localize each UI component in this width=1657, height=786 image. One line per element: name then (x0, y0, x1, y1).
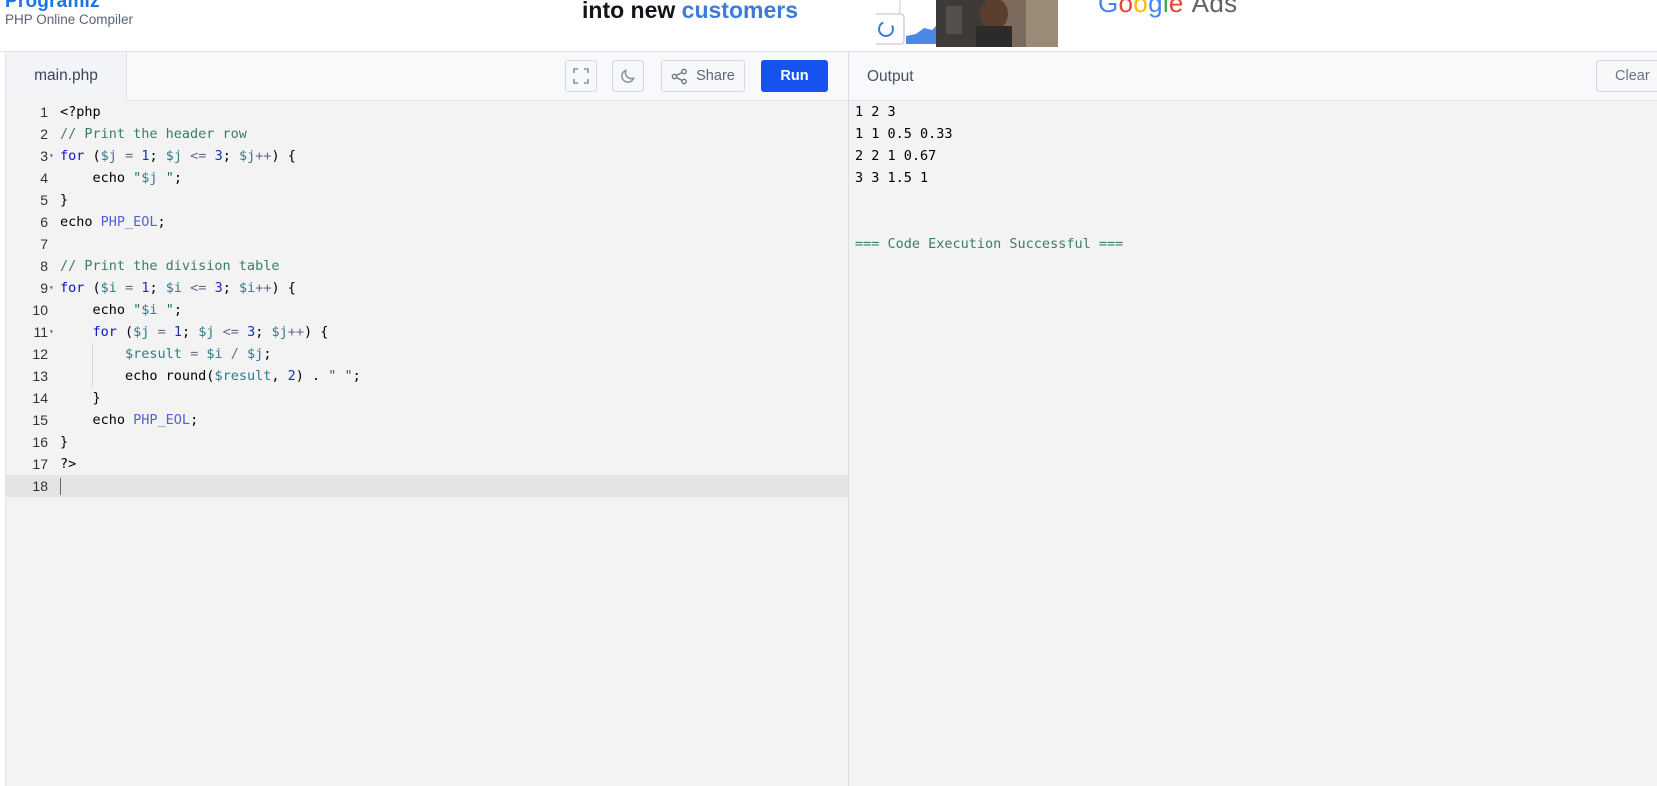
share-button[interactable]: Share (661, 60, 745, 92)
editor-pane: main.php Share Run 1 <?php 2 // Print the h… (5, 52, 849, 786)
ad-image[interactable] (876, 0, 1058, 47)
line-number: 12 (32, 346, 48, 362)
line-number: 16 (32, 434, 48, 450)
code-text: } (60, 434, 69, 450)
output-line: 3 3 1.5 1 (855, 170, 929, 186)
google-letter-g2: g (1148, 0, 1163, 18)
fold-arrow-icon[interactable]: ▾ (49, 145, 54, 167)
code-text: for ($j = 1; $j <= 3; $j++) { (92, 324, 329, 340)
ad-headline[interactable]: into new customers (582, 0, 798, 24)
share-label: Share (696, 68, 735, 84)
code-text: ?> (60, 456, 77, 472)
code-line[interactable]: 7 (6, 233, 849, 255)
code-text: echo round($result, 2) . " "; (60, 368, 361, 384)
ad-headline-highlight: customers (681, 0, 798, 23)
code-text: // Print the header row (60, 126, 247, 142)
google-letter-o2: o (1133, 0, 1149, 18)
line-number: 3 (40, 148, 48, 164)
line-number: 9 (40, 280, 48, 296)
google-letter-o1: o (1118, 0, 1134, 18)
google-ads-logo[interactable]: Google Ads (1098, 0, 1237, 19)
code-text: for ($j = 1; $j <= 3; $j++) { (60, 148, 296, 164)
output-line: 1 1 0.5 0.33 (855, 126, 953, 142)
ad-headline-text: into new (582, 0, 682, 23)
line-number: 4 (40, 170, 48, 186)
code-text: for ($i = 1; $i <= 3; $i++) { (60, 280, 296, 296)
moon-icon (621, 69, 635, 83)
line-number: 5 (40, 192, 48, 208)
code-line[interactable]: 9 ▾ for ($i = 1; $i <= 3; $i++) { (6, 277, 849, 299)
output-title: Output (867, 68, 914, 85)
output-console[interactable]: 1 2 3 1 1 0.5 0.33 2 2 1 0.67 3 3 1.5 1 === … (855, 101, 1655, 255)
line-number: 17 (32, 456, 48, 472)
code-editor[interactable]: 1 <?php 2// Print the header row 3 ▾ for ($j … (6, 101, 849, 786)
code-text: } (60, 192, 69, 208)
code-text (60, 475, 61, 497)
code-text: echo PHP_EOL; (60, 214, 166, 230)
code-line[interactable]: 8 // Print the division table (6, 255, 849, 277)
code-line[interactable]: 6 echo PHP_EOL; (6, 211, 849, 233)
line-number: 18 (32, 478, 48, 494)
code-line[interactable]: 18 (6, 475, 849, 497)
text-cursor (60, 477, 61, 495)
google-letter-g: G (1098, 0, 1119, 18)
code-line[interactable]: 11 ▾ for ($j = 1; $j <= 3; $j++) { (6, 321, 849, 343)
line-number: 8 (40, 258, 48, 274)
code-line[interactable]: 12 $result = $i / $j; (6, 343, 849, 365)
line-number: 7 (40, 236, 48, 252)
line-number: 15 (32, 412, 48, 428)
fold-arrow-icon[interactable]: ▾ (49, 277, 54, 299)
fold-arrow-icon[interactable]: ▾ (49, 321, 54, 343)
line-number: 2 (40, 126, 48, 142)
code-line[interactable]: 1 <?php (6, 101, 849, 123)
code-line[interactable]: 2 // Print the header row (6, 123, 849, 145)
code-text: <?php (60, 104, 101, 120)
code-text: echo "$i "; (60, 302, 182, 318)
line-number: 14 (32, 390, 48, 406)
output-pane: Output Clear 1 2 3 1 1 0.5 0.33 2 2 1 0.67… (848, 52, 1657, 786)
execution-status: === Code Execution Successful === (855, 236, 1124, 252)
code-line[interactable]: 4 echo "$j "; (6, 167, 849, 189)
code-line[interactable]: 14 } (6, 387, 849, 409)
code-line[interactable]: 10 echo "$i "; (6, 299, 849, 321)
code-line[interactable]: 17 ?> (6, 453, 849, 475)
output-line: 1 2 3 (855, 104, 896, 120)
theme-toggle-button[interactable] (612, 60, 644, 92)
output-line: 2 2 1 0.67 (855, 148, 937, 164)
fullscreen-icon (573, 68, 589, 84)
code-line[interactable]: 15 echo PHP_EOL; (6, 409, 849, 431)
google-ads-word: Ads (1191, 0, 1238, 18)
output-toolbar: Output Clear (849, 52, 1657, 101)
clear-button[interactable]: Clear (1596, 60, 1657, 92)
run-button[interactable]: Run (761, 60, 828, 92)
line-number: 10 (32, 302, 48, 318)
tab-main-php[interactable]: main.php (6, 52, 127, 101)
code-text: $result = $i / $j; (125, 346, 272, 362)
line-number: 13 (32, 368, 48, 384)
code-text: echo PHP_EOL; (60, 412, 199, 428)
top-header: Programiz PHP Online Compiler into new c… (0, 0, 1657, 52)
editor-toolbar: main.php Share Run (6, 52, 849, 101)
fullscreen-button[interactable] (565, 60, 597, 92)
line-number: 6 (40, 214, 48, 230)
code-text: } (60, 390, 101, 406)
code-line[interactable]: 13 echo round($result, 2) . " "; (6, 365, 849, 387)
page-subtitle: PHP Online Compiler (5, 12, 134, 27)
code-text: echo "$j "; (60, 170, 182, 186)
code-text: // Print the division table (60, 258, 280, 274)
google-letter-e: e (1168, 0, 1184, 18)
code-line[interactable]: 5} (6, 189, 849, 211)
line-number: 11 (33, 324, 48, 340)
share-icon (671, 68, 688, 84)
line-number: 1 (40, 104, 48, 120)
code-line[interactable]: 3 ▾ for ($j = 1; $j <= 3; $j++) { (6, 145, 849, 167)
code-line[interactable]: 16} (6, 431, 849, 453)
